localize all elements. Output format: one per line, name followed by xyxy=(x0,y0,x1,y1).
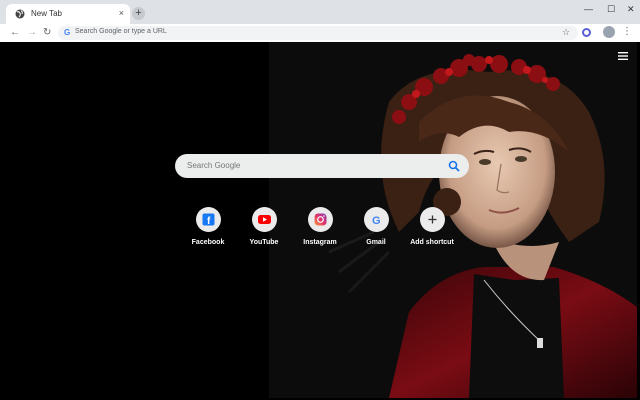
browser-chrome: New Tab × + — ☐ ✕ ← → ↻ G Search Google … xyxy=(0,0,640,42)
tab-new-tab[interactable]: New Tab × xyxy=(6,4,130,24)
instagram-icon xyxy=(307,207,333,232)
youtube-icon xyxy=(251,207,277,232)
new-tab-button[interactable]: + xyxy=(132,7,145,20)
maximize-button[interactable]: ☐ xyxy=(607,4,615,14)
shortcut-instagram[interactable]: Instagram xyxy=(290,207,350,246)
globe-icon xyxy=(15,9,25,19)
close-icon[interactable]: × xyxy=(119,8,124,18)
google-icon: G xyxy=(363,207,389,232)
extension-icon[interactable] xyxy=(582,28,591,37)
google-icon: G xyxy=(64,28,71,37)
shortcut-label: Facebook xyxy=(191,239,225,246)
shortcut-add[interactable]: Add shortcut xyxy=(402,207,462,246)
minimize-button[interactable]: — xyxy=(584,4,593,14)
tab-strip: New Tab × + — ☐ ✕ xyxy=(0,0,640,24)
plus-icon xyxy=(419,207,445,232)
omnibox[interactable]: G Search Google or type a URL xyxy=(58,26,578,40)
star-icon[interactable]: ☆ xyxy=(562,27,570,38)
svg-text:G: G xyxy=(372,215,381,227)
toolbar: ← → ↻ G Search Google or type a URL ☆ ⋮ xyxy=(0,24,640,42)
avatar[interactable] xyxy=(603,26,615,38)
new-tab-page: Search Google f Facebook YouTube Instagr… xyxy=(3,42,637,398)
reload-icon[interactable]: ↻ xyxy=(43,27,51,39)
close-window-button[interactable]: ✕ xyxy=(627,4,635,14)
kebab-menu-icon[interactable]: ⋮ xyxy=(622,27,632,37)
search-icon[interactable] xyxy=(448,160,460,172)
omnibox-placeholder: Search Google or type a URL xyxy=(75,28,167,35)
forward-icon[interactable]: → xyxy=(27,27,37,39)
shortcut-label: YouTube xyxy=(249,239,279,246)
menu-icon[interactable] xyxy=(618,52,628,60)
shortcut-facebook[interactable]: f Facebook xyxy=(178,207,238,246)
search-box[interactable]: Search Google xyxy=(175,154,469,178)
shortcut-youtube[interactable]: YouTube xyxy=(234,207,294,246)
shortcut-label: Add shortcut xyxy=(410,239,454,246)
back-icon[interactable]: ← xyxy=(10,27,20,39)
facebook-icon: f xyxy=(195,207,221,232)
tab-title: New Tab xyxy=(31,9,62,18)
search-input[interactable]: Search Google xyxy=(187,161,240,170)
shortcut-label: Instagram xyxy=(303,239,337,246)
shortcut-label: Gmail xyxy=(366,239,386,246)
shortcut-gmail[interactable]: G Gmail xyxy=(346,207,406,246)
